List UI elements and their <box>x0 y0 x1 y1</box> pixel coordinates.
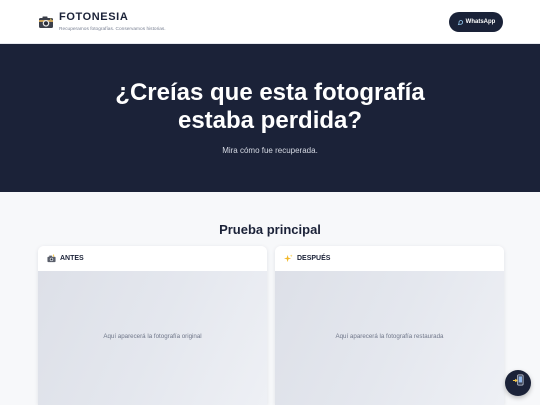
floating-contact-button[interactable] <box>505 370 531 396</box>
hero-subtitle: Mira cómo fue recuperada. <box>222 146 318 155</box>
before-card: ANTES Aquí aparecerá la fotografía origi… <box>38 246 267 405</box>
whatsapp-button-label: WhatsApp <box>465 19 496 25</box>
brand-name[interactable]: FOTONESIA <box>59 11 128 23</box>
section-title: Prueba principal <box>219 222 321 237</box>
before-placeholder-text: Aquí aparecerá la fotografía original <box>103 333 202 340</box>
camera-icon <box>38 14 54 30</box>
whatsapp-button[interactable]: WhatsApp <box>449 12 503 32</box>
hero-title-line-1: ¿Creías que esta fotografía <box>115 79 425 106</box>
sparkles-icon <box>284 254 293 263</box>
hero-title-line-2: estaba perdida? <box>177 107 363 134</box>
after-card-header: DESPUÉS <box>275 246 504 271</box>
before-card-header: ANTES <box>38 246 267 271</box>
after-placeholder-text: Aquí aparecerá la fotografía restaurada <box>335 333 444 340</box>
after-card: DESPUÉS Aquí aparecerá la fotografía res… <box>275 246 504 405</box>
hero-title: ¿Creías que esta fotografía estaba perdi… <box>0 79 540 135</box>
camera-flash-icon <box>47 254 56 263</box>
site-header: FOTONESIA Recuperamos fotografías. Conse… <box>0 0 540 44</box>
after-photo-placeholder: Aquí aparecerá la fotografía restaurada <box>275 271 504 405</box>
phone-message-icon <box>512 374 525 392</box>
brand-tagline: Recuperamos fotografías. Conservamos his… <box>59 27 166 32</box>
whatsapp-icon <box>457 19 464 26</box>
before-photo-placeholder: Aquí aparecerá la fotografía original <box>38 271 267 405</box>
after-card-label: DESPUÉS <box>297 255 331 262</box>
hero-banner: ¿Creías que esta fotografía estaba perdi… <box>0 44 540 192</box>
before-card-label: ANTES <box>60 255 84 262</box>
